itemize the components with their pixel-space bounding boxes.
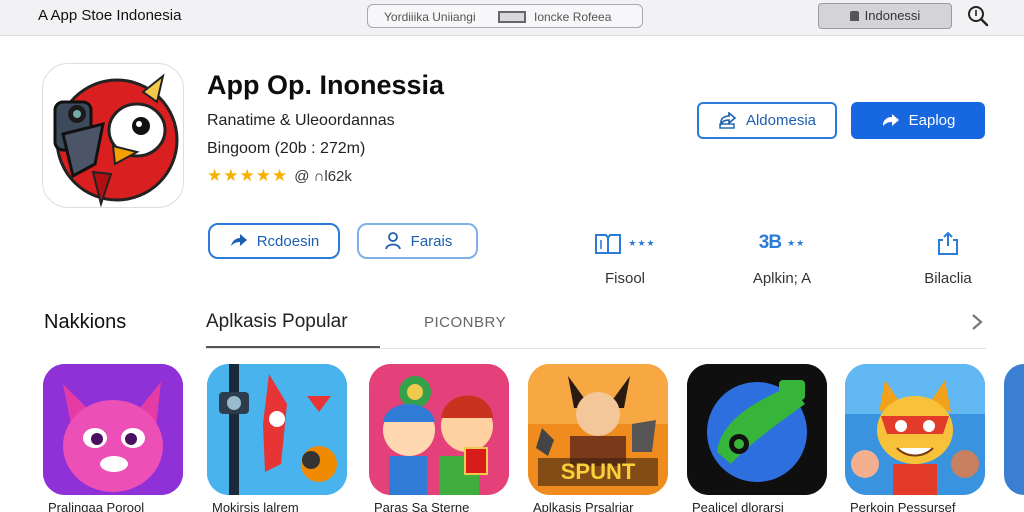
app-tile[interactable]: SPUNT: [528, 364, 668, 495]
address-bar[interactable]: Yordiiika Uniiangi Ioncke Rofeea: [367, 4, 643, 28]
rating-count: @ ∩l62k: [294, 168, 352, 185]
app-tile-label: Mokirsis lalrem: [212, 500, 299, 512]
tabs-divider: [206, 348, 986, 349]
spunt-game-icon: SPUNT: [528, 364, 668, 495]
search-icon[interactable]: [966, 4, 990, 28]
app-tile-partial[interactable]: [1004, 364, 1024, 495]
tab-category[interactable]: PICONBRY: [424, 314, 506, 331]
secondary-action-button[interactable]: Aldomesia: [697, 102, 837, 139]
app-tile-label: Pealicel dlorarsi: [692, 500, 784, 512]
share-icon: [938, 231, 958, 255]
share-button[interactable]: Rcdoesin: [208, 223, 340, 259]
location-icon: [849, 11, 859, 21]
address-right-text: Ioncke Rofeea: [534, 10, 612, 24]
info-column-book[interactable]: ★★★ Fisool: [575, 230, 675, 287]
info-book-label: Fisool: [604, 270, 645, 287]
app-tile[interactable]: [369, 364, 509, 495]
svg-text:SPUNT: SPUNT: [561, 459, 636, 484]
app-tile-label: Perkoin Pessursef: [850, 500, 956, 512]
info-share-label: Bilaclia: [924, 270, 972, 287]
tab-popular[interactable]: Aplkasis Popular: [206, 311, 380, 348]
arrow-icon: [882, 113, 899, 126]
green-messenger-icon: [687, 364, 827, 495]
region-label: Indonessi: [864, 8, 921, 23]
share-button-label: Rcdoesin: [256, 232, 320, 250]
region-selector[interactable]: Indonessi: [818, 3, 952, 29]
app-developer[interactable]: Ranatime & Uleoordannas: [207, 112, 395, 130]
get-button-label: Eaplog: [908, 112, 956, 129]
app-tile-label: Paras Sa Sterne: [374, 500, 470, 512]
profile-button-label: Farais: [410, 232, 453, 250]
app-tile[interactable]: [207, 364, 347, 495]
address-divider-icon: [498, 11, 526, 23]
store-brand[interactable]: A App Stoe Indonesia: [38, 7, 181, 24]
app-size: Bingoom (20b : 272m): [207, 140, 366, 157]
pink-cat-icon: [43, 364, 183, 495]
app-tile-label: Aplkasis Prsalriar: [533, 500, 634, 512]
app-tile[interactable]: [43, 364, 183, 495]
info-age-extra: ★★: [787, 237, 806, 248]
3b-badge-icon: 3B: [758, 232, 782, 253]
person-icon: [384, 232, 401, 250]
app-tile-label: Pralingaa Porool: [48, 500, 145, 512]
cartoon-bird-icon: [53, 73, 179, 207]
app-title: App Op. Inonessia: [207, 70, 445, 100]
address-left-text: Yordiiika Uniiangi: [384, 10, 476, 24]
info-column-share[interactable]: Bilaclia: [910, 230, 986, 287]
top-bar: A App Stoe Indonesia Yordiiika Uniiangi …: [0, 0, 1024, 36]
chevron-right-icon[interactable]: [968, 311, 986, 333]
secondary-action-label: Aldomesia: [745, 112, 817, 129]
app-tile[interactable]: [687, 364, 827, 495]
share-arrow-icon: [719, 111, 737, 129]
hero-cat-icon: [845, 364, 985, 495]
section-title: Nakkions: [44, 311, 127, 333]
info-column-age[interactable]: 3B ★★ Aplkin; A: [727, 230, 837, 287]
profile-button[interactable]: Farais: [357, 223, 478, 259]
app-tile[interactable]: [845, 364, 985, 495]
app-icon: [42, 63, 184, 208]
share-icon: [230, 234, 247, 246]
book-icon: [595, 234, 622, 254]
app-rating: ★★★★★ @ ∩l62k: [207, 166, 352, 186]
action-sport-icon: [207, 364, 347, 495]
rating-stars: ★★★★★: [207, 166, 289, 185]
info-book-extra: ★★★: [628, 237, 656, 248]
cartoon-kids-icon: [369, 364, 509, 495]
info-age-label: Aplkin; A: [752, 270, 812, 287]
get-button[interactable]: Eaplog: [851, 102, 985, 139]
